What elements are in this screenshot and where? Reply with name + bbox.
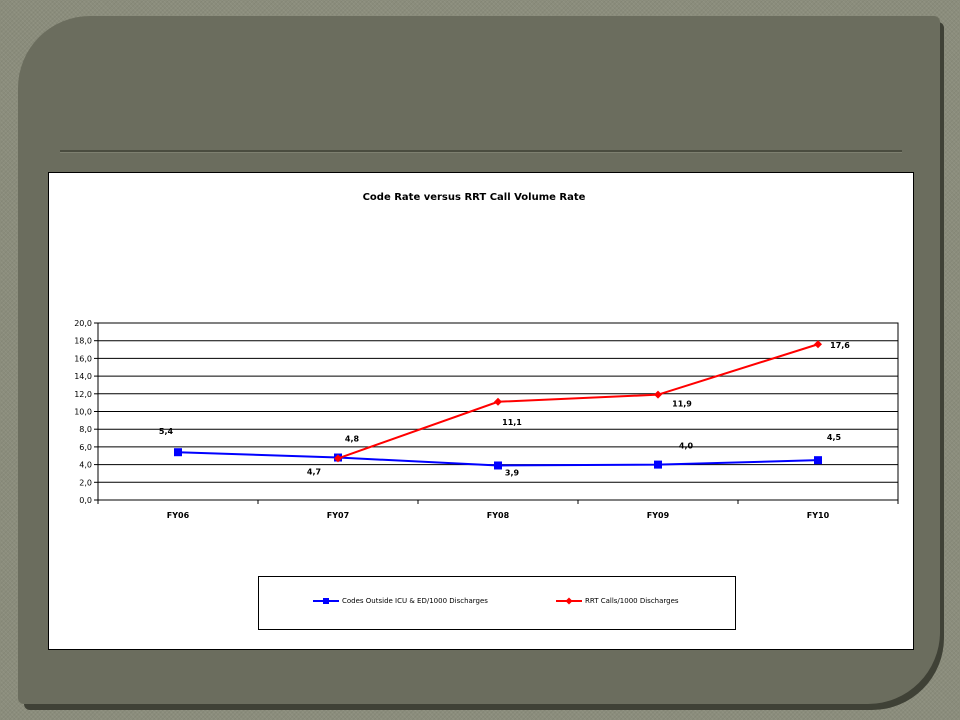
data-point-marker: [174, 448, 182, 457]
legend-item-rrt: RRT Calls/1000 Discharges: [556, 597, 679, 605]
legend-label-codes: Codes Outside ICU & ED/1000 Discharges: [342, 597, 488, 605]
data-label: 11,9: [672, 400, 692, 409]
chart-legend: Codes Outside ICU & ED/1000 Discharges R…: [258, 576, 736, 630]
data-point-marker: [494, 461, 502, 470]
y-tick-label: 18,0: [74, 337, 92, 346]
data-point-marker: [494, 397, 502, 406]
data-label: 4,8: [345, 435, 360, 444]
data-label: 5,4: [159, 427, 174, 436]
y-tick-label: 16,0: [74, 354, 92, 363]
chart-panel: Code Rate versus RRT Call Volume Rate 0,0…: [48, 172, 914, 650]
data-label: 4,7: [307, 467, 321, 476]
x-tick-label: FY09: [647, 511, 670, 520]
series-line-1: [337, 343, 819, 460]
data-point-marker: [654, 390, 662, 399]
y-tick-label: 10,0: [74, 408, 92, 417]
title-divider: [60, 150, 902, 153]
x-tick-label: FY06: [167, 511, 190, 520]
data-point-marker: [814, 340, 822, 349]
legend-blue-square-marker-icon: [313, 598, 339, 604]
legend-label-rrt: RRT Calls/1000 Discharges: [585, 597, 679, 605]
legend-red-diamond-marker-icon: [556, 597, 582, 605]
y-tick-label: 14,0: [74, 372, 92, 381]
y-tick-label: 4,0: [79, 461, 92, 470]
x-tick-label: FY10: [807, 511, 830, 520]
x-tick-label: FY07: [327, 511, 349, 520]
y-tick-label: 2,0: [79, 478, 92, 487]
data-point-marker: [814, 456, 822, 465]
legend-item-codes: Codes Outside ICU & ED/1000 Discharges: [313, 597, 488, 605]
chart-title: Code Rate versus RRT Call Volume Rate: [363, 192, 586, 203]
data-label: 11,1: [502, 418, 522, 427]
y-tick-label: 12,0: [74, 390, 92, 399]
data-point-marker: [654, 460, 662, 469]
data-label: 4,0: [679, 442, 694, 451]
y-tick-label: 8,0: [79, 425, 92, 434]
data-label: 4,5: [827, 433, 842, 442]
y-tick-label: 6,0: [79, 443, 92, 452]
data-label: 3,9: [505, 468, 520, 477]
y-tick-label: 20,0: [74, 319, 92, 328]
data-label: 17,6: [830, 341, 850, 350]
y-tick-label: 0,0: [79, 496, 92, 505]
x-tick-label: FY08: [487, 511, 510, 520]
